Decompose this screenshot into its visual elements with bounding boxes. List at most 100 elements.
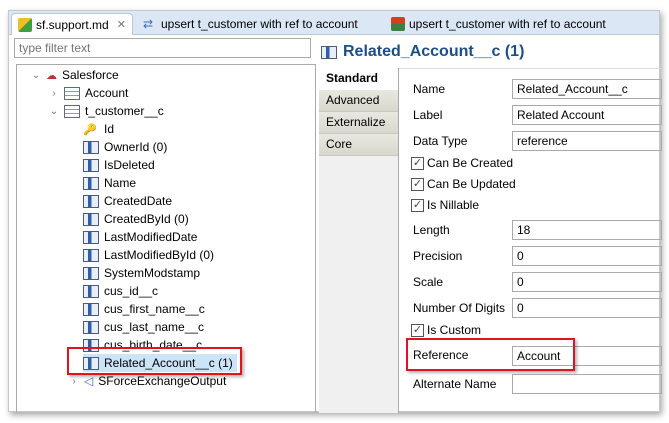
- tree-label: Account: [85, 86, 129, 100]
- tree-label: LastModifiedDate: [104, 230, 198, 244]
- editor-window: sf.support.md ✕ ⇄ upsert t_customer with…: [8, 10, 662, 413]
- tree-item-t-customer[interactable]: ⌄ t_customer__c: [49, 102, 164, 120]
- key-icon: 🔑: [83, 123, 97, 136]
- column-icon: [83, 158, 99, 172]
- is-nillable-checkbox[interactable]: ✓ Is Nillable: [411, 198, 479, 212]
- highlight-box: [406, 338, 575, 371]
- data-type-field[interactable]: reference: [512, 131, 662, 151]
- output-icon: ◁: [84, 374, 94, 388]
- column-icon: [83, 284, 99, 298]
- tab-upsert-2[interactable]: upsert t_customer with ref to account: [385, 13, 612, 35]
- tree-label: SystemModstamp: [104, 266, 201, 280]
- column-icon: [83, 302, 99, 316]
- diagram-icon: [391, 17, 405, 31]
- column-icon: [83, 266, 99, 280]
- tree-label: cus_first_name__c: [104, 302, 205, 316]
- salesforce-cloud-icon: ☁: [46, 69, 57, 82]
- alternate-name-field[interactable]: [512, 374, 662, 394]
- checkbox-label: Is Nillable: [427, 198, 480, 212]
- length-label: Length: [413, 223, 450, 237]
- tree-item-salesforce[interactable]: ⌄ ☁ Salesforce: [31, 66, 119, 84]
- tree-label: Id: [104, 122, 115, 136]
- tree-item-field[interactable]: IsDeleted: [83, 156, 159, 174]
- checkbox-label: Is Custom: [427, 323, 482, 337]
- exchange-icon: ⇄: [143, 17, 154, 31]
- tree-item-field[interactable]: LastModifiedById (0): [83, 246, 218, 264]
- tab-label: upsert t_customer with ref to account: [409, 17, 606, 31]
- page-title: Related_Account__c (1): [321, 43, 524, 61]
- checkmark-icon: ✓: [411, 156, 424, 170]
- chevron-down-icon[interactable]: ⌄: [49, 106, 59, 117]
- tree-item-field[interactable]: CreatedById (0): [83, 210, 193, 228]
- tree-item-field[interactable]: cus_last_name__c: [83, 318, 208, 336]
- scale-label: Scale: [413, 275, 444, 289]
- tree-label: CreatedById (0): [104, 212, 189, 226]
- checkmark-icon: ✓: [411, 198, 424, 212]
- table-icon: [64, 86, 80, 100]
- scale-field[interactable]: 0: [512, 272, 662, 292]
- tab-advanced[interactable]: Advanced: [319, 90, 398, 112]
- filter-input[interactable]: [14, 38, 311, 58]
- is-custom-checkbox[interactable]: ✓ Is Custom: [411, 323, 481, 337]
- tree-item-field[interactable]: SystemModstamp: [83, 264, 204, 282]
- metadata-icon: [18, 17, 32, 32]
- tree-label: OwnerId (0): [104, 140, 168, 154]
- column-icon: [83, 212, 99, 226]
- property-tabs: Standard Advanced Externalize Core: [319, 68, 399, 413]
- tab-standard[interactable]: Standard: [319, 68, 398, 90]
- tab-externalize[interactable]: Externalize: [319, 112, 398, 134]
- tree-label: IsDeleted: [104, 158, 155, 172]
- tab-label: sf.support.md: [36, 17, 109, 32]
- chevron-right-icon[interactable]: ›: [69, 376, 79, 387]
- label-field[interactable]: Related Account: [512, 105, 662, 125]
- tree-label: cus_last_name__c: [104, 320, 205, 334]
- tree-label: Name: [104, 176, 137, 190]
- tree-item-field[interactable]: cus_first_name__c: [83, 300, 209, 318]
- column-icon: [83, 248, 99, 262]
- alternate-name-label: Alternate Name: [413, 377, 497, 391]
- tab-upsert-1[interactable]: ⇄ upsert t_customer with ref to account: [137, 13, 364, 35]
- table-icon: [64, 104, 80, 118]
- precision-field[interactable]: 0: [512, 246, 662, 266]
- column-icon: [83, 194, 99, 208]
- column-icon: [321, 45, 337, 59]
- column-icon: [83, 140, 99, 154]
- column-icon: [83, 176, 99, 190]
- tab-bar: sf.support.md ✕ ⇄ upsert t_customer with…: [9, 11, 659, 35]
- precision-label: Precision: [413, 249, 463, 263]
- tree-label: Salesforce: [62, 68, 119, 82]
- tree-item-field[interactable]: LastModifiedDate: [83, 228, 201, 246]
- can-be-created-checkbox[interactable]: ✓ Can Be Created: [411, 156, 513, 170]
- length-field[interactable]: 18: [512, 220, 662, 240]
- tab-sf-support[interactable]: sf.support.md ✕: [11, 13, 133, 35]
- close-icon[interactable]: ✕: [117, 18, 126, 31]
- label-label: Label: [413, 108, 443, 122]
- name-label: Name: [413, 82, 446, 96]
- column-icon: [83, 230, 99, 244]
- tree-label: SForceExchangeOutput: [98, 374, 227, 388]
- name-field[interactable]: Related_Account__c: [512, 79, 662, 99]
- tree-label: t_customer__c: [85, 104, 164, 118]
- tree-item-field[interactable]: CreatedDate: [83, 192, 176, 210]
- checkbox-label: Can Be Updated: [427, 177, 516, 191]
- checkbox-label: Can Be Created: [427, 156, 514, 170]
- tree-item-account[interactable]: › Account: [49, 84, 128, 102]
- highlight-box: [67, 347, 242, 375]
- digits-field[interactable]: 0: [512, 298, 662, 318]
- data-type-label: Data Type: [413, 134, 468, 148]
- can-be-updated-checkbox[interactable]: ✓ Can Be Updated: [411, 177, 516, 191]
- tree-item-field[interactable]: 🔑 Id: [83, 120, 118, 138]
- title-text: Related_Account__c (1): [343, 43, 525, 60]
- checkmark-icon: ✓: [411, 177, 424, 191]
- tree-label: CreatedDate: [104, 194, 173, 208]
- chevron-down-icon[interactable]: ⌄: [31, 70, 41, 81]
- chevron-right-icon[interactable]: ›: [49, 88, 59, 99]
- tree-item-field[interactable]: Name: [83, 174, 140, 192]
- tree-item-field[interactable]: cus_id__c: [83, 282, 162, 300]
- tree-label: cus_id__c: [104, 284, 159, 298]
- tree-label: LastModifiedById (0): [104, 248, 215, 262]
- tree-item-field[interactable]: OwnerId (0): [83, 138, 171, 156]
- tab-core[interactable]: Core: [319, 134, 398, 156]
- column-icon: [83, 320, 99, 334]
- checkmark-icon: ✓: [411, 323, 424, 337]
